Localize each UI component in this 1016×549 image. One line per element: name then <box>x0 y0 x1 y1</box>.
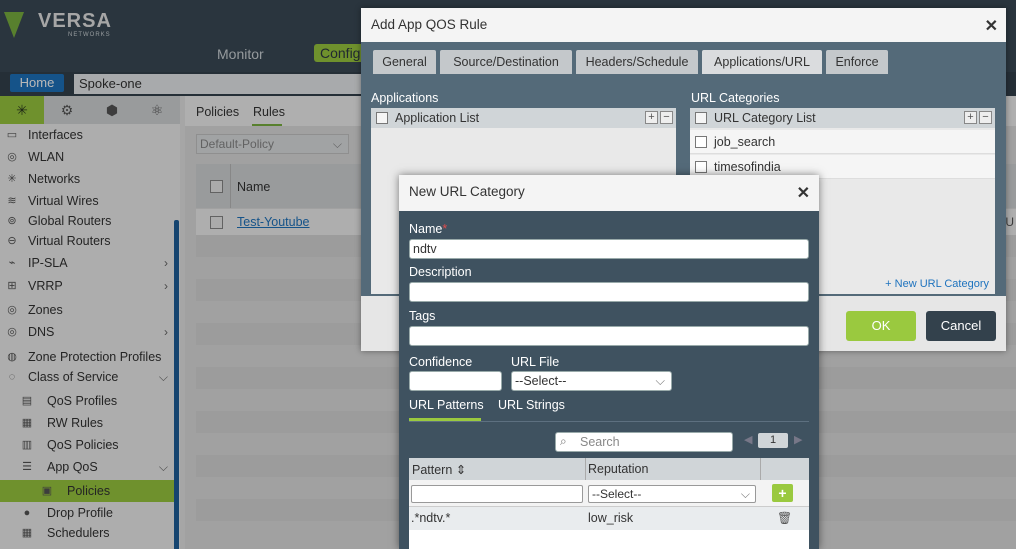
modal-header: Add App QOS Rule ✕ <box>361 8 1006 42</box>
sort-icon: ⇕ <box>455 463 467 477</box>
url-category-list-label: URL Category List <box>714 111 816 125</box>
url-category-label: job_search <box>714 135 776 149</box>
url-file-label: URL File <box>511 355 560 369</box>
confidence-label: Confidence <box>409 355 473 369</box>
tags-field[interactable] <box>409 326 809 346</box>
url-category-list-header: URL Category List + − <box>690 108 995 128</box>
reputation-select[interactable]: --Select-- ⌵ <box>588 485 756 503</box>
pager-next-icon[interactable]: ▶ <box>794 433 802 446</box>
modal-title: New URL Category <box>409 184 525 199</box>
required-marker: * <box>442 222 448 236</box>
reputation-select-value: --Select-- <box>592 487 642 501</box>
modal-header: New URL Category ✕ <box>399 175 819 211</box>
url-category-checkbox[interactable] <box>695 161 707 173</box>
app-background: VERSA NETWORKS Monitor Config Home Spoke… <box>0 0 1016 549</box>
cancel-button[interactable]: Cancel <box>926 311 996 341</box>
url-patterns-table: Pattern ⇕ Reputation --Select-- ⌵ + .*nd… <box>409 458 809 549</box>
tab-headers-schedule[interactable]: Headers/Schedule <box>576 50 698 74</box>
select-all-applications-checkbox[interactable] <box>376 112 388 124</box>
url-category-label: timesofindia <box>714 160 781 174</box>
name-label-text: Name <box>409 222 443 236</box>
table-header: Pattern ⇕ Reputation <box>409 458 809 480</box>
reputation-cell: low_risk <box>588 511 634 525</box>
pattern-column-header[interactable]: Pattern ⇕ <box>412 462 466 477</box>
add-application-icon[interactable]: + <box>645 111 658 124</box>
url-file-select[interactable]: --Select-- ⌵ <box>511 371 672 391</box>
confidence-field[interactable] <box>409 371 502 391</box>
tab-general[interactable]: General <box>373 50 436 74</box>
application-list-header: Application List + − <box>371 108 676 128</box>
tab-applications-url[interactable]: Applications/URL <box>702 50 822 74</box>
application-list-label: Application List <box>395 111 480 125</box>
remove-url-category-icon[interactable]: − <box>979 111 992 124</box>
new-url-category-modal: New URL Category ✕ Name* ndtv Descriptio… <box>399 175 819 549</box>
url-file-select-value: --Select-- <box>515 374 567 388</box>
list-item[interactable]: job_search <box>690 130 995 154</box>
new-url-category-link[interactable]: + New URL Category <box>885 278 989 290</box>
close-icon[interactable]: ✕ <box>985 16 998 36</box>
chevron-down-icon: ⌵ <box>655 374 665 388</box>
name-field[interactable]: ndtv <box>409 239 809 259</box>
tab-url-strings[interactable]: URL Strings <box>498 398 565 412</box>
ok-button[interactable]: OK <box>846 311 916 341</box>
page-number[interactable]: 1 <box>758 433 788 448</box>
tags-label: Tags <box>409 309 436 323</box>
description-field[interactable] <box>409 282 809 302</box>
description-label: Description <box>409 265 472 279</box>
modal-title: Add App QOS Rule <box>371 17 488 32</box>
remove-application-icon[interactable]: − <box>660 111 673 124</box>
select-all-url-categories-checkbox[interactable] <box>695 112 707 124</box>
applications-label: Applications <box>371 91 439 105</box>
pattern-input-row: --Select-- ⌵ + <box>409 480 809 506</box>
pattern-column-label: Pattern <box>412 463 453 477</box>
tab-url-patterns[interactable]: URL Patterns <box>409 398 484 412</box>
chevron-down-icon: ⌵ <box>740 487 750 501</box>
trash-icon[interactable]: 🗑 <box>777 511 792 525</box>
pattern-cell: .*ndtv.* <box>411 511 451 525</box>
url-category-checkbox[interactable] <box>695 136 707 148</box>
name-label: Name* <box>409 222 447 236</box>
url-categories-label: URL Categories <box>691 91 780 105</box>
add-url-category-icon[interactable]: + <box>964 111 977 124</box>
add-pattern-button[interactable]: + <box>772 484 793 502</box>
reputation-column-header[interactable]: Reputation <box>588 462 648 476</box>
search-placeholder: Search <box>580 435 620 449</box>
search-icon: ⌕ <box>560 434 567 448</box>
search-input[interactable]: ⌕ Search <box>555 432 733 452</box>
tab-source-destination[interactable]: Source/Destination <box>440 50 572 74</box>
pager-prev-icon[interactable]: ◀ <box>744 433 752 446</box>
table-row[interactable]: .*ndtv.* low_risk 🗑 <box>409 506 809 530</box>
close-icon[interactable]: ✕ <box>797 183 810 203</box>
pattern-input[interactable] <box>411 485 583 503</box>
tab-divider <box>409 421 809 422</box>
tab-enforce[interactable]: Enforce <box>826 50 888 74</box>
